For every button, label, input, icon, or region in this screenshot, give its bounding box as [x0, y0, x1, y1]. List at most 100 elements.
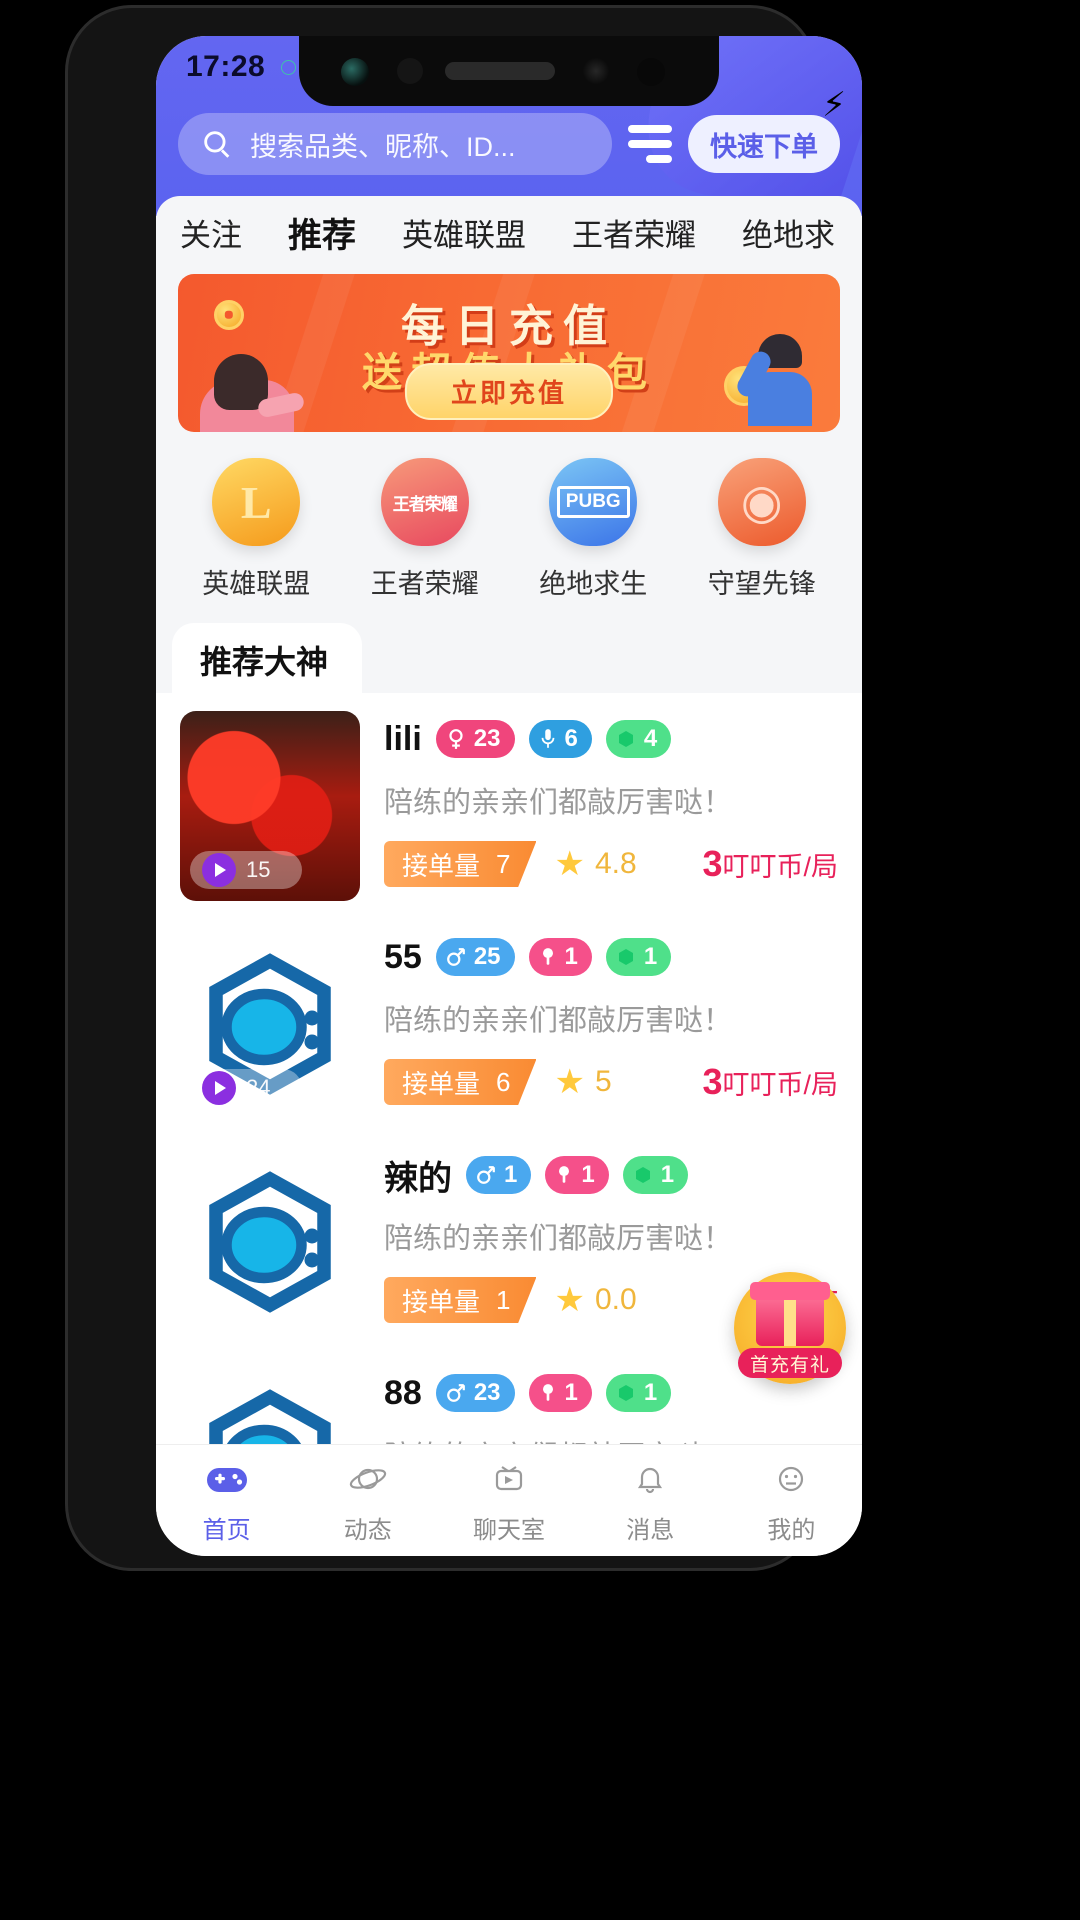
lol-glyph: L	[240, 476, 272, 528]
notch-sensor-dot	[637, 58, 665, 86]
game-category-label: 绝地求生	[539, 569, 648, 599]
status-badge-gem: 1	[605, 1374, 672, 1412]
video-play-badge[interactable]: 24	[190, 1069, 302, 1107]
nav-label: 聊天室	[473, 1517, 545, 1544]
planet-icon	[348, 1456, 388, 1502]
gem-icon	[616, 1383, 636, 1403]
avatar[interactable]: 24	[180, 929, 360, 1119]
badge-value: 23	[473, 1379, 501, 1406]
pubg-game-icon: PUBG	[549, 458, 638, 546]
user-description: 陪练的亲亲们都敲厉害哒！	[384, 1005, 733, 1037]
order-count: 7	[496, 848, 511, 879]
price: 3 叮叮币/局	[702, 843, 838, 885]
order-count: 1	[496, 1284, 511, 1315]
overwatch-game-icon: ◉	[717, 458, 806, 546]
rating-value: 4.8	[594, 847, 637, 880]
game-category-pubg[interactable]: PUBG 绝地求生	[518, 458, 668, 601]
badge-value: 1	[564, 1379, 578, 1406]
user-name: 55	[384, 937, 422, 976]
tab-pubg[interactable]: 绝地求	[742, 210, 835, 255]
nav-label: 消息	[626, 1517, 675, 1544]
video-play-badge[interactable]: 15	[190, 851, 302, 889]
search-icon	[200, 127, 234, 161]
status-badge-mic: 6	[528, 720, 592, 758]
male-icon	[446, 1383, 466, 1403]
banner-cta-button[interactable]: 立即充值	[404, 363, 614, 420]
gem-icon	[616, 947, 636, 967]
first-recharge-gift-button[interactable]: 首充有礼	[734, 1272, 846, 1384]
user-description: 陪练的亲亲们都敲厉害哒！	[384, 1223, 733, 1255]
price-number: 3	[702, 843, 723, 884]
proximity-sensor	[583, 58, 609, 84]
nav-item-profile[interactable]: 我的	[721, 1456, 862, 1545]
status-badge-gem: 1	[622, 1156, 689, 1194]
lol-game-icon: L	[212, 458, 301, 546]
status-badge-gender: 23	[435, 720, 515, 758]
user-info: lili 23 6 4 陪练的亲亲们都敲厉害哒！ 接单量 7 ★ 4.8 3 叮…	[384, 711, 838, 901]
male-icon	[446, 947, 466, 967]
avatar[interactable]: 15	[180, 711, 360, 901]
promo-banner[interactable]: 每日充值 送超值大礼包 立即充值	[178, 274, 840, 432]
game-category-ow[interactable]: ◉ 守望先锋	[687, 458, 837, 601]
user-name: 辣的	[384, 1159, 452, 1198]
category-tab-bar[interactable]: 关注 推荐 英雄联盟 王者荣耀 绝地求	[156, 196, 862, 268]
phone-frame: 17:28 搜索品类、昵称、ID... 快速下单 ⚡ 关注 推荐 英雄联盟 王者…	[68, 8, 862, 1568]
tab-lol[interactable]: 英雄联盟	[402, 210, 526, 255]
avatar-default-icon	[180, 1147, 360, 1337]
nav-item-home[interactable]: 首页	[156, 1456, 297, 1545]
content-sheet: 关注 推荐 英雄联盟 王者荣耀 绝地求 每日充值 立即充值 L 英雄联盟 王者荣…	[156, 196, 862, 1446]
section-title: 推荐大神	[200, 644, 329, 680]
avatar[interactable]	[180, 1147, 360, 1337]
game-category-label: 英雄联盟	[202, 569, 311, 599]
order-label: 接单量	[402, 1286, 481, 1317]
medal-icon	[539, 947, 557, 967]
user-name: 88	[384, 1373, 422, 1412]
nav-item-chatroom[interactable]: 聊天室	[438, 1456, 579, 1545]
tab-tuijian[interactable]: 推荐	[288, 208, 356, 257]
status-badge-gem: 4	[605, 720, 672, 758]
avatar-default-icon	[180, 1365, 360, 1446]
order-count: 6	[496, 1066, 511, 1097]
status-badge-medal: 1	[528, 938, 592, 976]
ow-glyph: ◉	[740, 476, 783, 529]
status-time: 17:28	[186, 50, 266, 83]
status-badge-gender: 25	[435, 938, 515, 976]
nav-label: 首页	[202, 1517, 251, 1544]
tab-guanzhu[interactable]: 关注	[180, 210, 242, 255]
tab-hok[interactable]: 王者荣耀	[572, 210, 696, 255]
honor-of-kings-game-icon: 王者荣耀	[380, 458, 469, 546]
male-icon	[476, 1165, 496, 1185]
nav-item-moments[interactable]: 动态	[297, 1456, 438, 1545]
list-item[interactable]: 24 55 25 1 1 陪练的亲亲们都敲厉害哒！ 接单量 6 ★ 5 3 叮叮…	[156, 911, 862, 1129]
list-item[interactable]: 15 lili 23 6 4 陪练的亲亲们都敲厉害哒！ 接单量 7 ★ 4.8 …	[156, 693, 862, 911]
rating-value: 5	[594, 1065, 612, 1098]
video-duration: 24	[246, 1075, 271, 1100]
hamburger-menu-icon[interactable]	[628, 124, 672, 164]
status-badge-gender: 1	[466, 1156, 532, 1194]
broadcast-icon	[489, 1456, 529, 1502]
quick-order-button[interactable]: 快速下单 ⚡	[688, 86, 846, 173]
coin-decoration	[214, 300, 244, 330]
user-meta-row: 接单量 6 ★ 5 3 叮叮币/局	[384, 1059, 838, 1105]
badge-value: 6	[564, 725, 578, 752]
nav-item-messages[interactable]: 消息	[580, 1456, 721, 1545]
search-input[interactable]: 搜索品类、昵称、ID...	[178, 113, 612, 175]
quick-order-label: 快速下单	[710, 131, 818, 162]
star-icon: ★	[554, 1063, 585, 1101]
gift-lid	[750, 1282, 830, 1300]
star-icon: ★	[554, 1281, 585, 1319]
gem-icon	[616, 729, 636, 749]
user-info: 55 25 1 1 陪练的亲亲们都敲厉害哒！ 接单量 6 ★ 5 3 叮叮币/局	[384, 929, 838, 1119]
gift-label: 首充有礼	[738, 1348, 842, 1378]
game-category-hok[interactable]: 王者荣耀 王者荣耀	[350, 458, 500, 601]
user-description: 陪练的亲亲们都敲厉害哒！	[384, 787, 733, 819]
price-number: 3	[702, 1061, 723, 1102]
gem-icon	[633, 1165, 653, 1185]
rating-value: 0.0	[594, 1283, 637, 1316]
badge-value: 1	[643, 943, 658, 970]
avatar[interactable]	[180, 1365, 360, 1446]
medal-icon	[539, 1383, 557, 1403]
video-duration: 15	[246, 857, 271, 882]
game-category-row: L 英雄联盟 王者荣耀 王者荣耀 PUBG 绝地求生 ◉ 守望先锋	[156, 432, 862, 623]
game-category-lol[interactable]: L 英雄联盟	[181, 458, 331, 601]
